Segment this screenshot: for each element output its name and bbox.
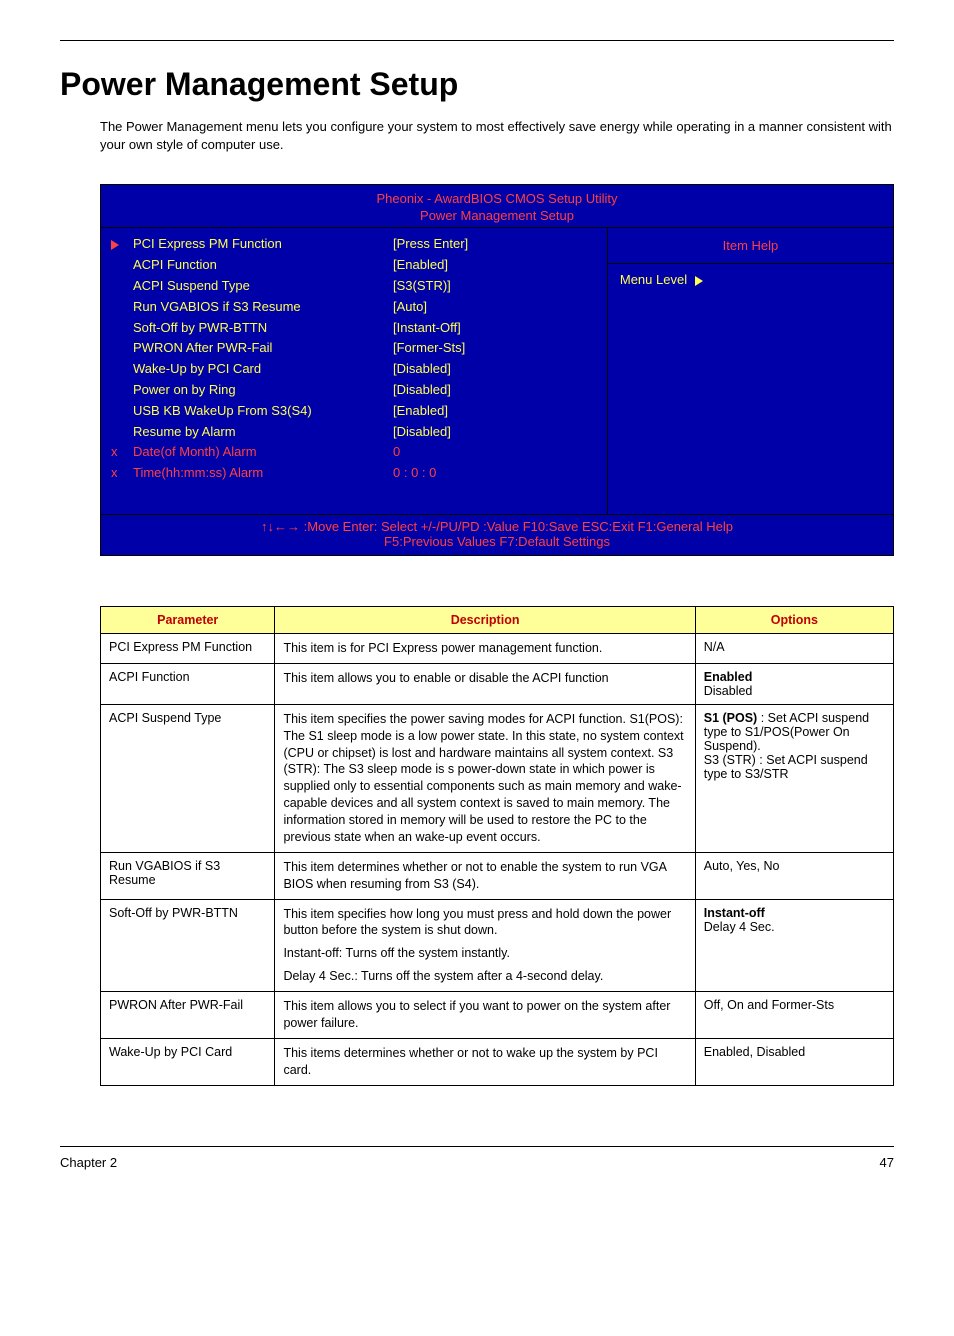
bios-row-label: ACPI Function <box>133 255 393 276</box>
bios-help-panel: Item Help Menu Level <box>608 228 893 514</box>
bios-row-label: Run VGABIOS if S3 Resume <box>133 297 393 318</box>
triangle-right-icon <box>695 276 703 286</box>
bios-help-title: Item Help <box>608 228 893 264</box>
bios-row-marker <box>111 234 133 255</box>
parameter-table: Parameter Description Options PCI Expres… <box>100 606 894 1086</box>
bios-row-label: Time(hh:mm:ss) Alarm <box>133 463 393 484</box>
page-title: Power Management Setup <box>60 66 894 103</box>
bios-row-label: Date(of Month) Alarm <box>133 442 393 463</box>
cell-description: This items determines whether or not to … <box>275 1038 695 1085</box>
bios-row-label: ACPI Suspend Type <box>133 276 393 297</box>
bios-row-label: USB KB WakeUp From S3(S4) <box>133 401 393 422</box>
bios-row-value: 0 : 0 : 0 <box>393 463 436 484</box>
cell-parameter: Wake-Up by PCI Card <box>101 1038 275 1085</box>
cell-parameter: PCI Express PM Function <box>101 633 275 663</box>
cell-options: Instant-offDelay 4 Sec. <box>695 899 893 992</box>
cell-description: This item allows you to enable or disabl… <box>275 663 695 704</box>
bios-row[interactable]: PCI Express PM Function[Press Enter] <box>111 234 597 255</box>
top-rule <box>60 40 894 41</box>
bios-row-label: PCI Express PM Function <box>133 234 393 255</box>
bios-row-value: [Auto] <box>393 297 427 318</box>
bios-row-value: [Disabled] <box>393 380 451 401</box>
header-description: Description <box>275 606 695 633</box>
cell-parameter: Soft-Off by PWR-BTTN <box>101 899 275 992</box>
intro-text: The Power Management menu lets you confi… <box>100 118 894 154</box>
cell-options: EnabledDisabled <box>695 663 893 704</box>
page-footer: Chapter 2 47 <box>60 1146 894 1170</box>
table-row: PCI Express PM FunctionThis item is for … <box>101 633 894 663</box>
table-row: PWRON After PWR-FailThis item allows you… <box>101 992 894 1039</box>
footer-page-number: 47 <box>880 1155 894 1170</box>
cell-options: N/A <box>695 633 893 663</box>
footer-chapter: Chapter 2 <box>60 1155 117 1170</box>
cell-parameter: ACPI Function <box>101 663 275 704</box>
bios-left-panel: PCI Express PM Function[Press Enter]ACPI… <box>101 228 608 514</box>
bios-row-value: [Instant-Off] <box>393 318 461 339</box>
bios-row[interactable]: USB KB WakeUp From S3(S4)[Enabled] <box>111 401 597 422</box>
bios-row-value: [Disabled] <box>393 359 451 380</box>
bios-screen: Pheonix - AwardBIOS CMOS Setup Utility P… <box>100 184 894 556</box>
bios-footer-line1: ↑↓←→ :Move Enter: Select +/-/PU/PD :Valu… <box>101 519 893 534</box>
bios-row[interactable]: ACPI Suspend Type[S3(STR)] <box>111 276 597 297</box>
bios-row-label: Soft-Off by PWR-BTTN <box>133 318 393 339</box>
cell-description: This item allows you to select if you wa… <box>275 992 695 1039</box>
header-options: Options <box>695 606 893 633</box>
cell-options: Enabled, Disabled <box>695 1038 893 1085</box>
bios-row-marker: x <box>111 442 133 463</box>
cell-parameter: PWRON After PWR-Fail <box>101 992 275 1039</box>
bios-row-marker: x <box>111 463 133 484</box>
cell-parameter: ACPI Suspend Type <box>101 704 275 852</box>
bios-subheader: Power Management Setup <box>101 208 893 228</box>
table-header-row: Parameter Description Options <box>101 606 894 633</box>
bios-main: PCI Express PM Function[Press Enter]ACPI… <box>101 228 893 514</box>
bios-row-value: [Press Enter] <box>393 234 468 255</box>
bios-row-value: [Disabled] <box>393 422 451 443</box>
cell-description: This item specifies the power saving mod… <box>275 704 695 852</box>
cell-options: S1 (POS) : Set ACPI suspend type to S1/P… <box>695 704 893 852</box>
bios-row-value: [Former-Sts] <box>393 338 465 359</box>
bios-row-value: [Enabled] <box>393 401 448 422</box>
bios-row-label: Resume by Alarm <box>133 422 393 443</box>
bios-row[interactable]: Run VGABIOS if S3 Resume[Auto] <box>111 297 597 318</box>
bios-row-label: Wake-Up by PCI Card <box>133 359 393 380</box>
bios-row-label: PWRON After PWR-Fail <box>133 338 393 359</box>
table-row: Run VGABIOS if S3 ResumeThis item determ… <box>101 852 894 899</box>
table-row: ACPI FunctionThis item allows you to ena… <box>101 663 894 704</box>
table-row: ACPI Suspend TypeThis item specifies the… <box>101 704 894 852</box>
cell-parameter: Run VGABIOS if S3 Resume <box>101 852 275 899</box>
bios-row[interactable]: Power on by Ring[Disabled] <box>111 380 597 401</box>
cell-options: Off, On and Former-Sts <box>695 992 893 1039</box>
bios-row-value: [Enabled] <box>393 255 448 276</box>
bios-header: Pheonix - AwardBIOS CMOS Setup Utility <box>101 185 893 208</box>
cell-description: This item specifies how long you must pr… <box>275 899 695 992</box>
bios-row[interactable]: PWRON After PWR-Fail[Former-Sts] <box>111 338 597 359</box>
bios-row[interactable]: Resume by Alarm[Disabled] <box>111 422 597 443</box>
cell-description: This item is for PCI Express power manag… <box>275 633 695 663</box>
bios-row[interactable]: ACPI Function[Enabled] <box>111 255 597 276</box>
cell-description: This item determines whether or not to e… <box>275 852 695 899</box>
triangle-right-icon <box>111 240 119 250</box>
bios-row[interactable]: xDate(of Month) Alarm0 <box>111 442 597 463</box>
table-row: Wake-Up by PCI CardThis items determines… <box>101 1038 894 1085</box>
table-row: Soft-Off by PWR-BTTNThis item specifies … <box>101 899 894 992</box>
bios-help-body: Menu Level <box>608 264 893 295</box>
menu-level-label: Menu Level <box>620 272 687 287</box>
bios-row[interactable]: Wake-Up by PCI Card[Disabled] <box>111 359 597 380</box>
bios-footer: ↑↓←→ :Move Enter: Select +/-/PU/PD :Valu… <box>101 514 893 555</box>
bios-row[interactable]: xTime(hh:mm:ss) Alarm0 : 0 : 0 <box>111 463 597 484</box>
bios-row-value: 0 <box>393 442 400 463</box>
bios-footer-line2: F5:Previous Values F7:Default Settings <box>101 534 893 549</box>
bios-row-label: Power on by Ring <box>133 380 393 401</box>
header-parameter: Parameter <box>101 606 275 633</box>
bios-row[interactable]: Soft-Off by PWR-BTTN[Instant-Off] <box>111 318 597 339</box>
bios-row-value: [S3(STR)] <box>393 276 451 297</box>
cell-options: Auto, Yes, No <box>695 852 893 899</box>
